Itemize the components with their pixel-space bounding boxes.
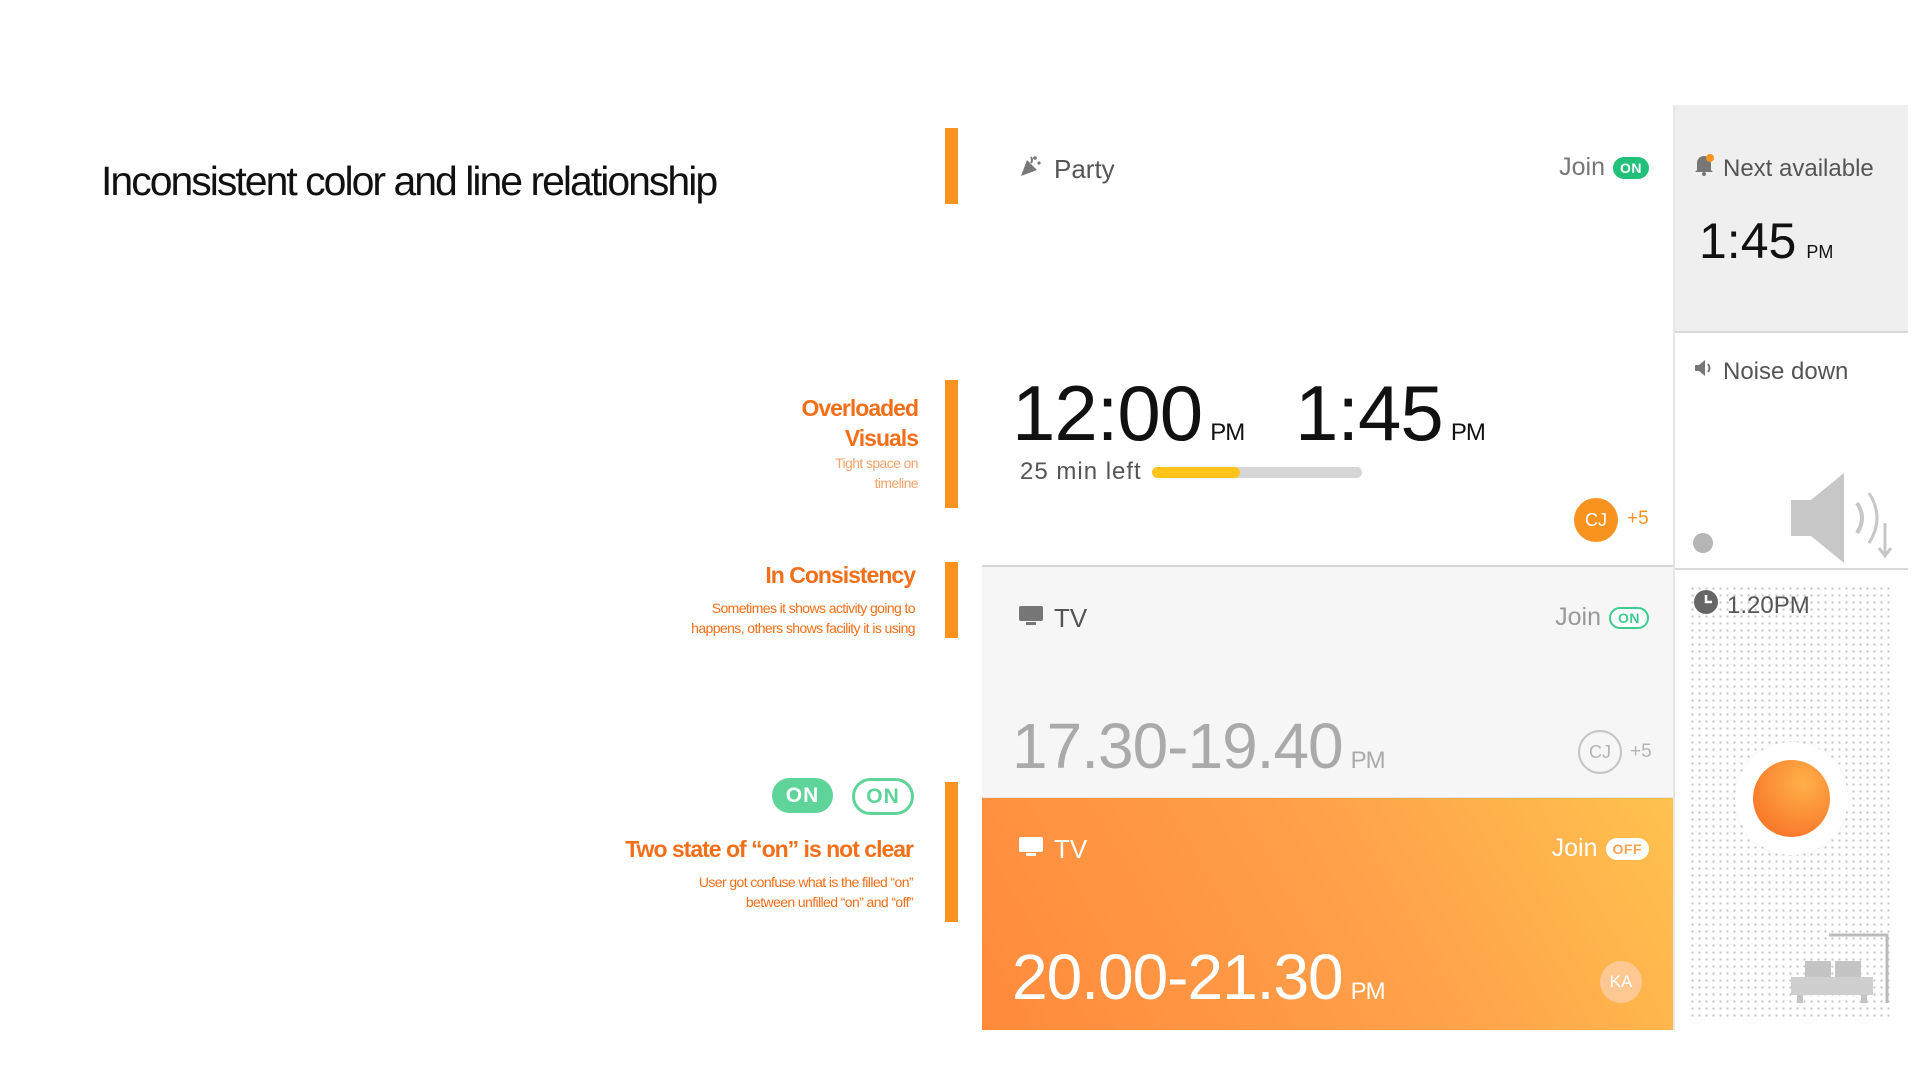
widget-label: 1.20PM bbox=[1727, 591, 1810, 619]
annotation-desc: between unfilled “on” and “off” bbox=[745, 894, 914, 910]
tv-icon bbox=[1018, 834, 1044, 865]
next-time: 1:45 PM bbox=[1699, 212, 1833, 270]
annotation-desc: Tight space on bbox=[835, 455, 919, 471]
party-card[interactable]: Party Join ON 12:00 PM 1:45 PM 25 min left… bbox=[982, 105, 1673, 565]
time-range-value: 20.00-21.30 bbox=[1012, 941, 1344, 1013]
annotation-desc: timeline bbox=[874, 475, 919, 491]
next-time-value: 1:45 bbox=[1699, 213, 1797, 269]
widget-label: Next available bbox=[1723, 154, 1874, 182]
time-range: 17.30-19.40 PM bbox=[1012, 709, 1386, 783]
avatar[interactable]: CJ bbox=[1574, 498, 1618, 542]
annotation-bar-two-state bbox=[945, 782, 958, 922]
start-period: PM bbox=[1210, 419, 1245, 446]
tv-card-active[interactable]: TV Join OFF 20.00-21.30 PM KA bbox=[982, 797, 1673, 1030]
noise-widget[interactable]: Noise down bbox=[1675, 333, 1908, 570]
card-header: TV bbox=[1018, 603, 1087, 634]
side-panel: Next available 1:45 PM Noise down 1.20PM bbox=[1673, 105, 1908, 1030]
join-toggle[interactable]: Join ON bbox=[1559, 153, 1649, 182]
tv-icon bbox=[1018, 603, 1044, 634]
join-toggle[interactable]: Join ON bbox=[1555, 603, 1649, 632]
widget-label: Noise down bbox=[1723, 357, 1849, 385]
card-header: Party bbox=[1018, 153, 1115, 186]
widget-header: Next available bbox=[1693, 153, 1874, 184]
timer-dial[interactable] bbox=[1735, 742, 1848, 855]
end-time-value: 1:45 bbox=[1295, 369, 1444, 457]
clock-icon bbox=[1693, 589, 1719, 622]
widget-header: Noise down bbox=[1693, 357, 1848, 386]
end-period: PM bbox=[1450, 419, 1486, 446]
progress-fill bbox=[1152, 467, 1241, 478]
next-time-period: PM bbox=[1806, 242, 1834, 262]
status-badge[interactable]: ON bbox=[1613, 156, 1649, 179]
on-pill-outline: ON bbox=[852, 778, 914, 815]
widget-header: 1.20PM bbox=[1693, 589, 1810, 622]
annotation-desc: Sometimes it shows activity going to bbox=[711, 600, 916, 616]
card-title: TV bbox=[1054, 603, 1088, 633]
level-indicator-dot bbox=[1693, 533, 1713, 553]
on-pill-filled: ON bbox=[772, 778, 833, 813]
join-label: Join bbox=[1551, 834, 1598, 862]
annotation-desc: User got confuse what is the filled “on” bbox=[698, 874, 914, 890]
page-title: Inconsistent color and line relationship bbox=[101, 158, 718, 204]
annotation-overloaded: Overloaded Visuals Tight space on timeli… bbox=[801, 393, 919, 493]
speaker-icon bbox=[1693, 357, 1715, 386]
annotation-bar-consistency bbox=[945, 562, 958, 638]
tv-card[interactable]: TV Join ON 17.30-19.40 PM CJ +5 bbox=[982, 565, 1673, 797]
party-popper-icon bbox=[1018, 153, 1044, 186]
time-period: PM bbox=[1350, 978, 1386, 1005]
avatar[interactable]: CJ bbox=[1578, 730, 1622, 774]
bell-icon bbox=[1693, 153, 1715, 184]
join-label: Join bbox=[1559, 153, 1605, 181]
annotation-title: In Consistency bbox=[765, 562, 916, 588]
card-header: TV bbox=[1018, 834, 1087, 865]
timer-widget[interactable]: 1.20PM bbox=[1689, 585, 1894, 1017]
time-range-value: 17.30-19.40 bbox=[1012, 710, 1344, 782]
annotation-title: Two state of “on” is not clear bbox=[625, 836, 914, 862]
annotation-bar-title bbox=[945, 128, 958, 204]
annotation-consistency: In Consistency Sometimes it shows activi… bbox=[691, 560, 916, 638]
time-range: 20.00-21.30 PM bbox=[1012, 940, 1386, 1014]
time-remaining: 25 min left bbox=[1020, 458, 1142, 485]
extra-participants: +5 bbox=[1627, 508, 1649, 529]
status-badge[interactable]: OFF bbox=[1605, 837, 1649, 860]
end-time: 1:45 PM bbox=[1295, 368, 1486, 459]
card-title: Party bbox=[1054, 154, 1115, 184]
annotation-two-state: Two state of “on” is not clear User got … bbox=[625, 834, 914, 912]
sofa-icon bbox=[1789, 925, 1889, 1010]
start-time-value: 12:00 bbox=[1012, 369, 1203, 457]
timer-knob[interactable] bbox=[1753, 760, 1830, 837]
start-time: 12:00 PM bbox=[1012, 368, 1245, 459]
annotation-desc: happens, others shows facility it is usi… bbox=[691, 620, 915, 636]
extra-participants: +5 bbox=[1630, 741, 1652, 762]
next-available-widget[interactable]: Next available 1:45 PM bbox=[1675, 105, 1908, 333]
join-toggle[interactable]: Join OFF bbox=[1552, 834, 1649, 863]
speaker-large-icon bbox=[1789, 465, 1899, 580]
annotation-title: Visuals bbox=[844, 425, 919, 451]
annotation-bar-overloaded bbox=[945, 380, 958, 508]
progress-bar bbox=[1152, 467, 1362, 478]
card-title: TV bbox=[1054, 834, 1088, 864]
status-badge[interactable]: ON bbox=[1609, 606, 1649, 629]
annotation-title: Overloaded bbox=[801, 395, 919, 421]
time-period: PM bbox=[1350, 747, 1386, 774]
avatar[interactable]: KA bbox=[1600, 961, 1642, 1003]
join-label: Join bbox=[1555, 603, 1601, 631]
